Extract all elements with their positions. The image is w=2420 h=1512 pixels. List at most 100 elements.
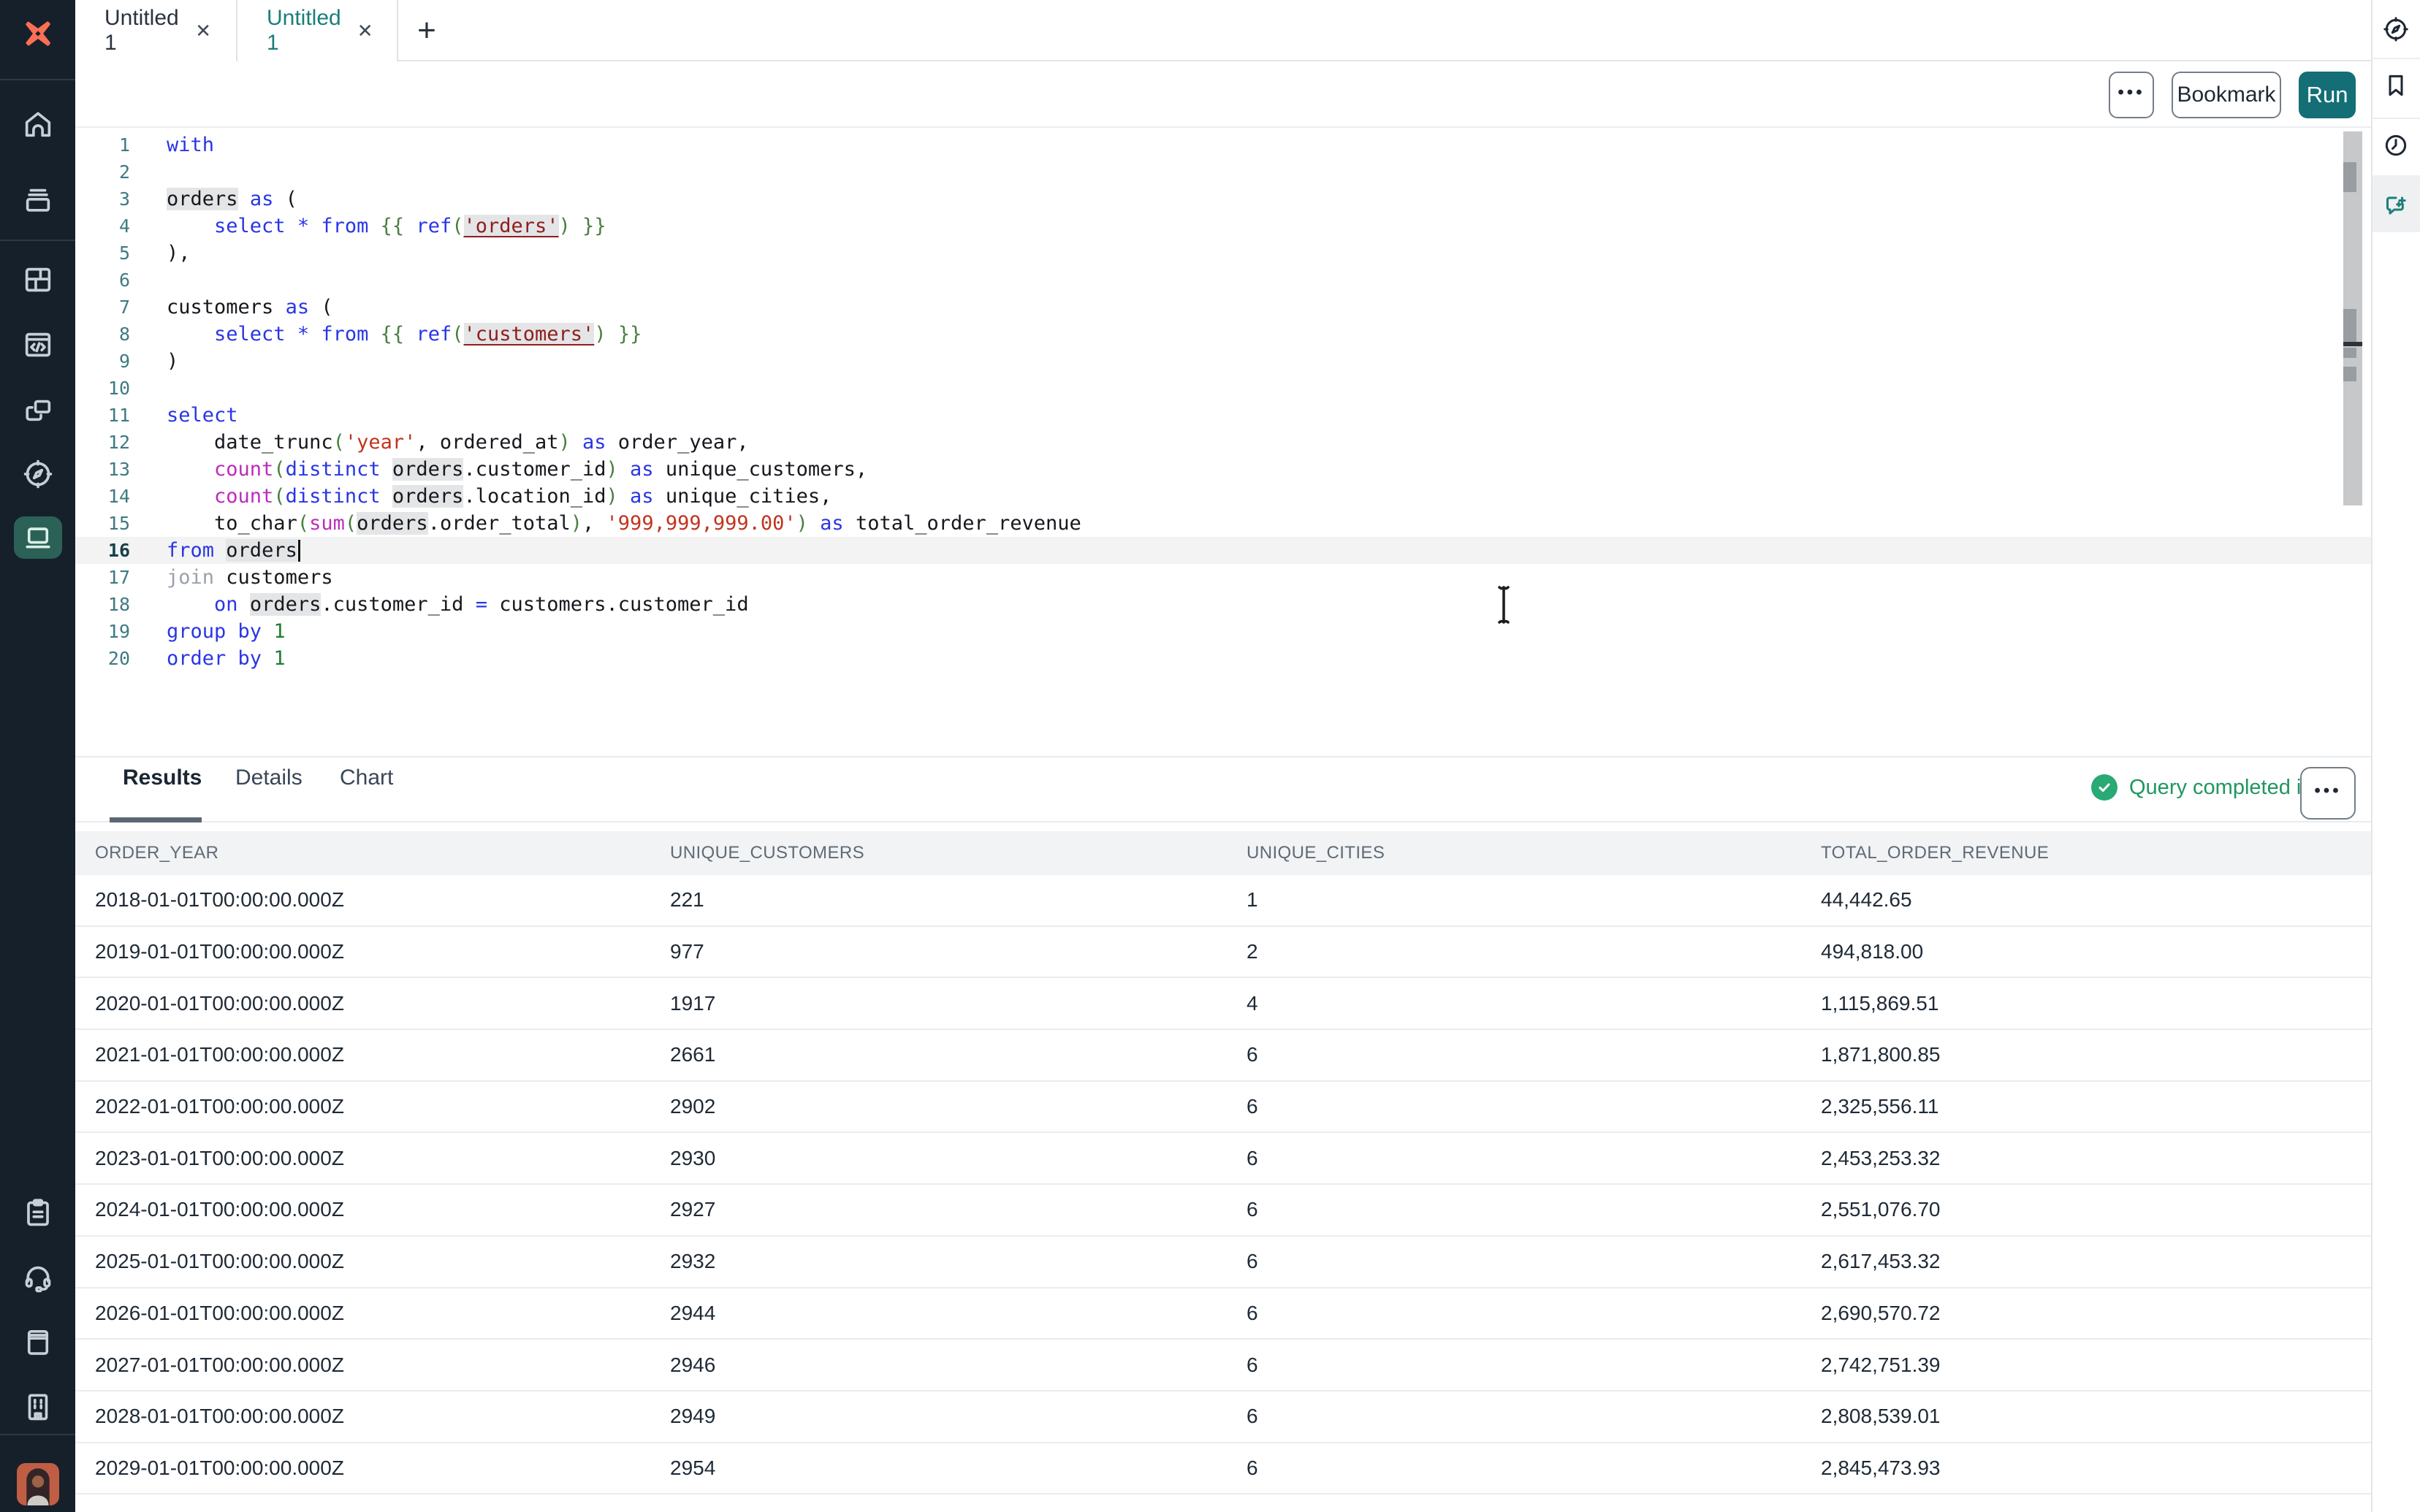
code-text: date_trunc('year', ordered_at) as order_…	[130, 431, 749, 454]
table-row[interactable]: 2020-01-01T00:00:00.000Z 1917 4 1,115,86…	[75, 978, 2371, 1030]
code-line[interactable]: 11 select	[75, 402, 2371, 429]
book-icon	[21, 1325, 55, 1359]
tab-results[interactable]: Results	[123, 765, 202, 790]
code-line[interactable]: 6	[75, 267, 2371, 294]
code-text: with	[130, 134, 214, 156]
active-tab-underline	[110, 817, 202, 822]
sidebar-item-clipboard[interactable]	[0, 1194, 75, 1231]
results-tabs-border	[75, 821, 2371, 822]
cell-total-order-revenue: 44,442.65	[1821, 888, 2371, 912]
table-row[interactable]: 2029-01-01T00:00:00.000Z 2954 6 2,845,47…	[75, 1443, 2371, 1495]
editor-scrollbar[interactable]	[2343, 131, 2362, 505]
sidebar-divider	[0, 1434, 75, 1435]
table-row[interactable]: 2024-01-01T00:00:00.000Z 2927 6 2,551,07…	[75, 1185, 2371, 1237]
sidebar-item-explore[interactable]	[0, 456, 75, 492]
cell-total-order-revenue: 1,115,869.51	[1821, 992, 2371, 1015]
table-row[interactable]: 2021-01-01T00:00:00.000Z 2661 6 1,871,80…	[75, 1030, 2371, 1082]
code-line[interactable]: 16 from orders	[75, 537, 2371, 564]
table-row[interactable]: 2025-01-01T00:00:00.000Z 2932 6 2,617,45…	[75, 1237, 2371, 1288]
code-line[interactable]: 8 select * from {{ ref('customers') }}	[75, 321, 2371, 348]
close-icon[interactable]: ✕	[357, 20, 373, 42]
new-tab-button[interactable]: +	[403, 0, 450, 61]
cell-order-year: 2027-01-01T00:00:00.000Z	[95, 1353, 670, 1377]
sidebar-item-organization[interactable]	[0, 1389, 75, 1425]
sidebar-item-code[interactable]	[0, 327, 75, 363]
results-panel-divider	[75, 756, 2371, 757]
code-text: select * from {{ ref('orders') }}	[130, 215, 606, 237]
results-more-button[interactable]: •••	[2300, 767, 2356, 820]
hex-logo[interactable]	[0, 10, 75, 57]
table-row[interactable]: 2019-01-01T00:00:00.000Z 977 2 494,818.0…	[75, 927, 2371, 979]
code-line[interactable]: 15 to_char(sum(orders.order_total), '999…	[75, 510, 2371, 537]
line-number: 18	[75, 594, 130, 615]
user-avatar[interactable]	[17, 1463, 59, 1505]
scroll-highlight-marker	[2343, 309, 2356, 342]
code-line[interactable]: 12 date_trunc('year', ordered_at) as ord…	[75, 429, 2371, 456]
table-row[interactable]: 2028-01-01T00:00:00.000Z 2949 6 2,808,53…	[75, 1391, 2371, 1443]
run-button[interactable]: Run	[2299, 72, 2356, 118]
cell-unique-customers: 2949	[670, 1405, 1247, 1428]
cell-order-year: 2024-01-01T00:00:00.000Z	[95, 1198, 670, 1221]
tab-chart[interactable]: Chart	[340, 765, 393, 790]
code-line[interactable]: 20 order by 1	[75, 645, 2371, 672]
code-line[interactable]: 3 orders as (	[75, 186, 2371, 213]
sidebar-item-apps[interactable]	[0, 261, 75, 298]
rail-item-bookmarks[interactable]	[2371, 62, 2420, 109]
sidebar-item-screens[interactable]	[0, 392, 75, 429]
scroll-highlight-marker	[2343, 348, 2356, 358]
tab-untitled-1[interactable]: Untitled 1 ✕	[75, 0, 237, 61]
tab-details[interactable]: Details	[235, 765, 302, 790]
cell-total-order-revenue: 2,453,253.32	[1821, 1147, 2371, 1170]
line-number: 3	[75, 188, 130, 210]
cell-unique-cities: 4	[1247, 992, 1821, 1015]
sidebar-item-collections[interactable]	[0, 182, 75, 218]
cell-unique-customers: 2944	[670, 1302, 1247, 1325]
ai-assistant-icon	[2381, 190, 2411, 219]
code-line[interactable]: 9 )	[75, 348, 2371, 375]
cell-total-order-revenue: 2,325,556.11	[1821, 1095, 2371, 1118]
sidebar-item-support[interactable]	[0, 1259, 75, 1296]
bookmark-button[interactable]: Bookmark	[2172, 72, 2281, 118]
column-header-total-order-revenue[interactable]: TOTAL_ORDER_REVENUE	[1821, 843, 2371, 863]
code-line[interactable]: 10	[75, 375, 2371, 402]
table-row[interactable]: 2023-01-01T00:00:00.000Z 2930 6 2,453,25…	[75, 1133, 2371, 1185]
code-line[interactable]: 1 with	[75, 131, 2371, 159]
column-header-unique-customers[interactable]: UNIQUE_CUSTOMERS	[670, 843, 1247, 863]
code-line[interactable]: 17 join customers	[75, 564, 2371, 591]
sidebar-divider	[0, 240, 75, 241]
code-line[interactable]: 13 count(distinct orders.customer_id) as…	[75, 456, 2371, 483]
column-header-unique-cities[interactable]: UNIQUE_CITIES	[1247, 843, 1821, 863]
close-icon[interactable]: ✕	[195, 20, 211, 42]
code-line[interactable]: 14 count(distinct orders.location_id) as…	[75, 483, 2371, 510]
table-row[interactable]: 2018-01-01T00:00:00.000Z 221 1 44,442.65	[75, 875, 2371, 927]
code-line[interactable]: 4 select * from {{ ref('orders') }}	[75, 213, 2371, 240]
table-row[interactable]: 2026-01-01T00:00:00.000Z 2944 6 2,690,57…	[75, 1288, 2371, 1340]
code-lines: 1 with 2 3 orders as ( 4 select * from {…	[75, 131, 2371, 672]
cell-order-year: 2029-01-01T00:00:00.000Z	[95, 1456, 670, 1480]
table-row[interactable]: 2030-01-01T00:00:00.000Z 2879 6 1,841,04…	[75, 1494, 2371, 1512]
code-line[interactable]: 2	[75, 159, 2371, 186]
table-row[interactable]: 2027-01-01T00:00:00.000Z 2946 6 2,742,75…	[75, 1340, 2371, 1391]
sidebar-item-notebook-selected[interactable]	[14, 516, 62, 559]
table-row[interactable]: 2022-01-01T00:00:00.000Z 2902 6 2,325,55…	[75, 1082, 2371, 1134]
cell-unique-customers: 2927	[670, 1198, 1247, 1221]
line-number: 20	[75, 648, 130, 669]
column-header-order-year[interactable]: ORDER_YEAR	[95, 843, 670, 863]
apps-grid-icon	[21, 263, 55, 297]
scroll-cursor-marker	[2343, 342, 2362, 346]
cell-unique-customers: 2930	[670, 1147, 1247, 1170]
more-options-button[interactable]: •••	[2109, 72, 2154, 118]
code-line[interactable]: 5 ),	[75, 240, 2371, 267]
sidebar-item-home[interactable]	[0, 106, 75, 142]
line-number: 2	[75, 161, 130, 183]
code-line[interactable]: 18 on orders.customer_id = customers.cus…	[75, 591, 2371, 618]
cell-unique-customers: 2932	[670, 1250, 1247, 1273]
sidebar-item-docs[interactable]	[0, 1324, 75, 1360]
code-line[interactable]: 19 group by 1	[75, 618, 2371, 645]
rail-item-history[interactable]	[2371, 122, 2420, 169]
code-line[interactable]: 7 customers as (	[75, 294, 2371, 321]
rail-item-explore[interactable]	[2371, 6, 2420, 53]
cell-unique-cities: 6	[1247, 1043, 1821, 1066]
tab-untitled-2[interactable]: Untitled 1 ✕	[237, 0, 398, 61]
rail-item-ai-assistant[interactable]	[2371, 181, 2420, 228]
